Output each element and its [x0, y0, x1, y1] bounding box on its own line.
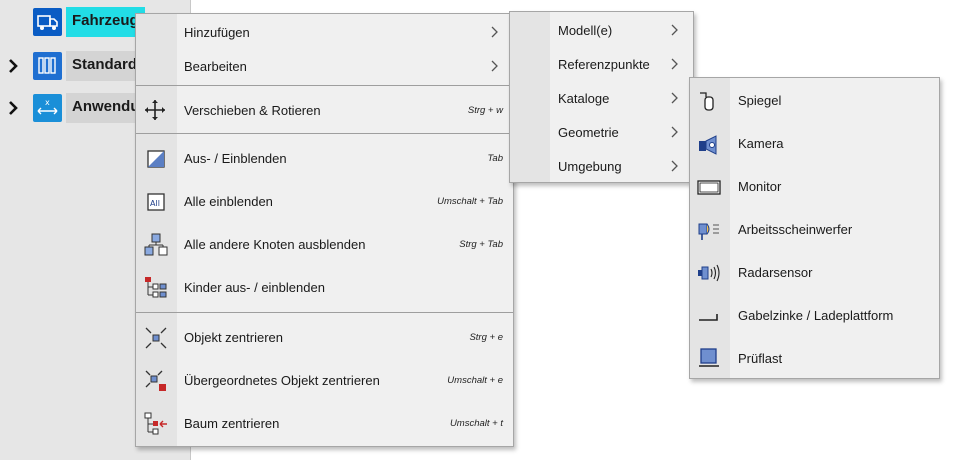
submenu-arrow-icon	[671, 126, 678, 138]
submenu-hinzufuegen: Modell(e) Referenzpunkte Kataloge Geomet…	[509, 11, 694, 183]
shortcut-hint: Strg + e	[469, 332, 503, 343]
menu-item-label: Kamera	[738, 136, 784, 151]
binders-icon	[33, 52, 62, 80]
tree-item-label: Anwendu	[66, 93, 146, 123]
submenu-arrow-icon	[671, 160, 678, 172]
menu-item-label: Aus- / Einblenden	[184, 151, 287, 166]
svg-text:x: x	[45, 98, 50, 107]
submenu-arrow-icon	[491, 60, 498, 72]
menu-item-label: Bearbeiten	[184, 58, 247, 74]
menu-item-label: Übergeordnetes Objekt zentrieren	[184, 373, 380, 388]
menu-item-radarsensor[interactable]: Radarsensor	[690, 251, 939, 294]
menu-item-label: Geometrie	[558, 124, 619, 140]
menu-item-umgebung[interactable]: Umgebung	[510, 149, 693, 183]
menu-item-label: Prüflast	[738, 350, 783, 366]
menu-item-label: Radarsensor	[738, 265, 813, 280]
menu-item-monitor[interactable]: Monitor	[690, 165, 939, 208]
radar-sensor-icon	[698, 264, 720, 281]
work-light-icon	[698, 223, 719, 240]
menu-item-label: Referenzpunkte	[558, 56, 650, 72]
submenu-kataloge: Spiegel Kamera Monitor Arbeitsscheinwerf…	[689, 77, 940, 379]
shortcut-hint: Tab	[487, 153, 504, 164]
shortcut-hint: Strg + Tab	[459, 239, 503, 250]
submenu-arrow-icon	[671, 24, 678, 36]
menu-item-label: Arbeitsscheinwerfer	[738, 222, 853, 237]
camera-icon	[699, 134, 717, 155]
menu-item-label: Baum zentrieren	[184, 416, 280, 431]
menu-item-aus-einblenden[interactable]: Aus- / Einblenden Tab	[136, 137, 513, 180]
shortcut-hint: Umschalt + t	[449, 418, 503, 429]
menu-item-hinzufuegen[interactable]: Hinzufügen	[136, 15, 513, 49]
menu-item-prueflast[interactable]: Prüflast	[690, 337, 939, 379]
menu-item-label: Monitor	[738, 179, 782, 194]
tree-item-label: Standard	[66, 51, 144, 81]
menu-item-label: Kataloge	[558, 90, 610, 106]
tree-item-label: Fahrzeug	[66, 7, 145, 37]
menu-separator	[136, 133, 513, 134]
test-load-icon	[699, 348, 719, 367]
menu-item-kamera[interactable]: Kamera	[690, 122, 939, 165]
menu-item-gabelzinke-ladeplattform[interactable]: Gabelzinke / Ladeplattform	[690, 294, 939, 337]
menu-item-label: Gabelzinke / Ladeplattform	[738, 308, 894, 323]
hide-other-nodes-icon	[144, 233, 168, 255]
center-parent-icon	[145, 370, 166, 391]
menu-item-label: Umgebung	[558, 158, 622, 174]
menu-item-alle-einblenden[interactable]: All Alle einblenden Umschalt + Tab	[136, 180, 513, 223]
menu-item-verschieben-rotieren[interactable]: Verschieben & Rotieren Strg + w	[136, 88, 513, 132]
mirror-icon	[700, 91, 714, 111]
children-toggle-icon	[145, 276, 167, 297]
context-menu: Hinzufügen Bearbeiten Verschieben & Roti…	[135, 13, 514, 447]
monitor-icon	[697, 179, 721, 195]
menu-item-arbeitsscheinwerfer[interactable]: Arbeitsscheinwerfer	[690, 208, 939, 251]
svg-text:All: All	[150, 199, 160, 208]
submenu-arrow-icon	[491, 26, 498, 38]
menu-separator	[136, 85, 513, 86]
menu-item-label: Alle einblenden	[184, 194, 273, 209]
shortcut-hint: Umschalt + Tab	[437, 196, 503, 207]
menu-item-kataloge[interactable]: Kataloge	[510, 81, 693, 115]
center-tree-icon	[144, 412, 167, 434]
fork-platform-icon	[699, 313, 718, 321]
menu-item-kinder-aus-einblenden[interactable]: Kinder aus- / einblenden	[136, 266, 513, 309]
menu-separator	[136, 312, 513, 313]
move-icon	[145, 100, 165, 120]
menu-item-spiegel[interactable]: Spiegel	[690, 79, 939, 122]
truck-icon	[33, 8, 62, 36]
menu-item-label: Spiegel	[738, 93, 782, 108]
menu-item-uebergeordnetes-objekt-zentrieren[interactable]: Übergeordnetes Objekt zentrieren Umschal…	[136, 359, 513, 402]
menu-item-label: Objekt zentrieren	[184, 330, 283, 345]
menu-item-geometrie[interactable]: Geometrie	[510, 115, 693, 149]
chevron-right-icon[interactable]	[6, 58, 20, 74]
submenu-arrow-icon	[671, 92, 678, 104]
center-object-icon	[145, 327, 167, 348]
menu-item-modelle[interactable]: Modell(e)	[510, 13, 693, 47]
menu-item-label: Verschieben & Rotieren	[184, 102, 321, 118]
submenu-arrow-icon	[671, 58, 678, 70]
chevron-right-icon[interactable]	[6, 100, 20, 116]
axis-arrows-icon: x	[33, 94, 62, 122]
menu-item-bearbeiten[interactable]: Bearbeiten	[136, 49, 513, 83]
menu-item-objekt-zentrieren[interactable]: Objekt zentrieren Strg + e	[136, 316, 513, 359]
menu-item-baum-zentrieren[interactable]: Baum zentrieren Umschalt + t	[136, 402, 513, 445]
menu-item-label: Modell(e)	[558, 22, 613, 38]
toggle-visibility-icon	[147, 149, 165, 168]
menu-item-label: Hinzufügen	[184, 24, 250, 40]
shortcut-hint: Strg + w	[467, 104, 503, 116]
menu-item-referenzpunkte[interactable]: Referenzpunkte	[510, 47, 693, 81]
shortcut-hint: Umschalt + e	[447, 375, 503, 386]
show-all-icon: All	[147, 192, 165, 211]
menu-item-label: Kinder aus- / einblenden	[184, 280, 325, 295]
menu-item-alle-andere-knoten-ausblenden[interactable]: Alle andere Knoten ausblenden Strg + Tab	[136, 223, 513, 266]
menu-item-label: Alle andere Knoten ausblenden	[184, 237, 366, 252]
